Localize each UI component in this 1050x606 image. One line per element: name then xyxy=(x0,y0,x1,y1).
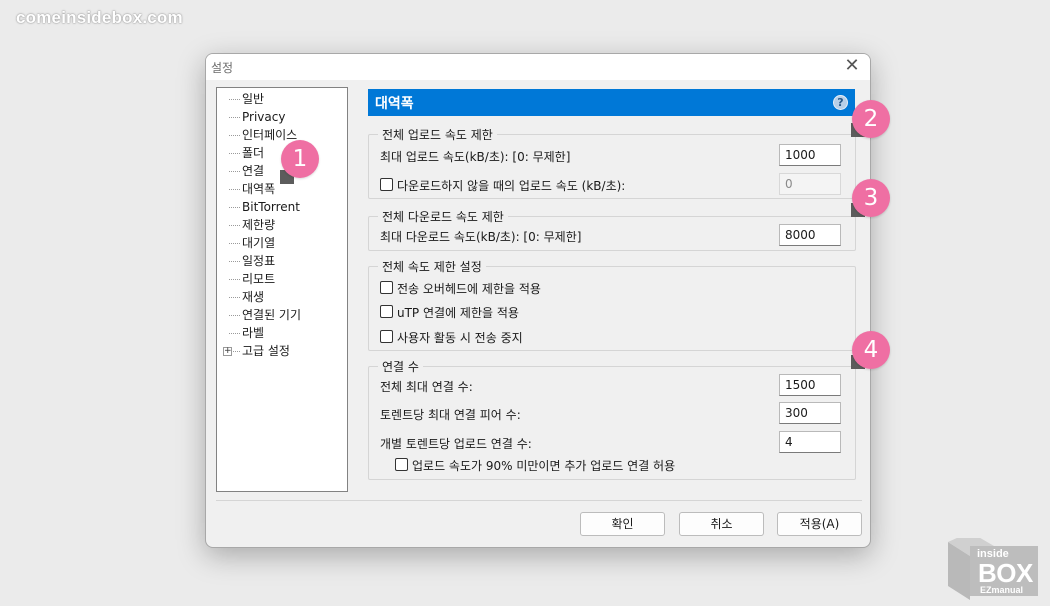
tree-connector xyxy=(229,207,240,208)
site-watermark: comeinsidebox.com xyxy=(16,8,183,27)
tree-item-remote[interactable]: 리모트 xyxy=(225,271,275,289)
alt-upload-label: 다운로드하지 않을 때의 업로드 속도 (kB/초): xyxy=(397,179,626,193)
overhead-limit-label: 전송 오버헤드에 제한을 적용 xyxy=(397,282,541,296)
tree-connector xyxy=(229,333,240,334)
expand-plus-icon[interactable]: + xyxy=(223,347,232,356)
global-max-connections-label: 전체 최대 연결 수: xyxy=(380,380,473,394)
tree-connector xyxy=(229,315,240,316)
tree-item-paired-devices[interactable]: 연결된 기기 xyxy=(225,307,301,325)
max-upload-label: 최대 업로드 속도(kB/초): [0: 무제한] xyxy=(380,150,571,164)
upload-slots-input[interactable]: 4 xyxy=(779,431,841,453)
max-download-label: 최대 다운로드 속도(kB/초): [0: 무제한] xyxy=(380,230,582,244)
per-torrent-peers-label: 토렌트당 최대 연결 피어 수: xyxy=(380,408,521,422)
tree-item-queueing[interactable]: 대기열 xyxy=(225,235,275,253)
utp-limit-label: uTP 연결에 제한을 적용 xyxy=(397,306,519,320)
tree-item-interface[interactable]: 인터페이스 xyxy=(225,127,297,145)
tree-item-label: Privacy xyxy=(242,110,286,124)
settings-dialog: 설정 ✕ 일반 Privacy 인터페이스 폴더 연결 대역폭 BitTorre… xyxy=(205,53,871,548)
tree-item-connection[interactable]: 연결 xyxy=(225,163,264,181)
tree-item-privacy[interactable]: Privacy xyxy=(225,109,285,127)
per-torrent-peers-input[interactable]: 300 xyxy=(779,402,841,424)
tree-item-label: 제한량 xyxy=(242,218,276,232)
tree-item-labels[interactable]: 라벨 xyxy=(225,325,264,343)
tree-item-label: 대기열 xyxy=(242,236,276,250)
panel-header: 대역폭 ? xyxy=(368,89,855,116)
tree-item-label: 라벨 xyxy=(242,326,265,340)
tree-item-label: 일정표 xyxy=(242,254,276,268)
dialog-title: 설정 xyxy=(211,61,234,75)
global-rate-group-title: 전체 속도 제한 설정 xyxy=(378,258,486,275)
tree-item-general[interactable]: 일반 xyxy=(225,91,264,109)
tree-item-label: 연결 xyxy=(242,164,265,178)
global-max-connections-input[interactable]: 1500 xyxy=(779,374,841,396)
extra-upload-slots-checkbox[interactable] xyxy=(395,458,408,471)
ok-button[interactable]: 확인 xyxy=(580,512,665,536)
logo-text-ezmanual: EZmanual xyxy=(980,585,1024,595)
alt-upload-checkbox[interactable] xyxy=(380,178,393,191)
max-upload-input[interactable]: 1000 xyxy=(779,144,841,166)
alt-upload-input[interactable]: 0 xyxy=(779,173,841,195)
tree-item-label: 일반 xyxy=(242,92,265,106)
apply-button[interactable]: 적용(A) xyxy=(777,512,862,536)
tree-item-label: 인터페이스 xyxy=(242,128,298,142)
tree-item-bittorrent[interactable]: BitTorrent xyxy=(225,199,300,217)
tree-connector xyxy=(229,261,240,262)
tree-item-transfer-cap[interactable]: 제한량 xyxy=(225,217,275,235)
upload-limit-group-title: 전체 업로드 속도 제한 xyxy=(378,126,497,143)
overhead-limit-checkbox[interactable] xyxy=(380,281,393,294)
tree-item-advanced[interactable]: + 고급 설정 xyxy=(223,343,290,361)
download-limit-group-title: 전체 다운로드 속도 제한 xyxy=(378,208,508,225)
utp-limit-checkbox[interactable] xyxy=(380,305,393,318)
tree-item-label: 대역폭 xyxy=(242,182,276,196)
close-icon[interactable]: ✕ xyxy=(842,57,862,77)
badge-4: 4 xyxy=(852,331,890,369)
badge-2: 2 xyxy=(852,100,890,138)
tree-connector xyxy=(229,279,240,280)
settings-category-tree: 일반 Privacy 인터페이스 폴더 연결 대역폭 BitTorrent 제한… xyxy=(216,87,348,492)
upload-slots-label: 개별 토렌트당 업로드 연결 수: xyxy=(380,437,532,451)
tree-connector xyxy=(229,225,240,226)
tree-item-scheduler[interactable]: 일정표 xyxy=(225,253,275,271)
tree-connector xyxy=(229,243,240,244)
extra-upload-slots-label: 업로드 속도가 90% 미만이면 추가 업로드 연결 허용 xyxy=(412,459,676,473)
tree-item-label: 폴더 xyxy=(242,146,265,160)
tree-item-label: 리모트 xyxy=(242,272,276,286)
tree-item-label: 연결된 기기 xyxy=(242,308,302,322)
max-download-input[interactable]: 8000 xyxy=(779,224,841,246)
tree-connector xyxy=(229,171,240,172)
tree-item-playback[interactable]: 재생 xyxy=(225,289,264,307)
tree-connector xyxy=(229,99,240,100)
badge-3: 3 xyxy=(852,179,890,217)
tree-connector xyxy=(229,135,240,136)
stop-on-activity-checkbox[interactable] xyxy=(380,330,393,343)
badge-1: 1 xyxy=(281,140,319,178)
tree-item-label: 고급 설정 xyxy=(242,344,290,358)
help-icon[interactable]: ? xyxy=(833,95,848,110)
tree-item-folders[interactable]: 폴더 xyxy=(225,145,264,163)
tree-connector xyxy=(229,189,240,190)
panel-header-title: 대역폭 xyxy=(375,96,414,112)
tree-connector xyxy=(229,117,240,118)
connections-group-title: 연결 수 xyxy=(378,358,423,375)
tree-connector xyxy=(229,153,240,154)
tree-item-label: BitTorrent xyxy=(242,200,300,214)
logo-text-box: BOX xyxy=(978,558,1033,588)
stop-on-activity-label: 사용자 활동 시 전송 중지 xyxy=(397,331,523,345)
tree-item-bandwidth[interactable]: 대역폭 xyxy=(225,181,275,199)
tree-connector xyxy=(233,351,240,352)
tree-item-label: 재생 xyxy=(242,290,265,304)
tree-connector xyxy=(229,297,240,298)
title-bar: 설정 ✕ xyxy=(206,54,870,80)
footer-divider xyxy=(216,500,862,501)
cancel-button[interactable]: 취소 xyxy=(679,512,764,536)
